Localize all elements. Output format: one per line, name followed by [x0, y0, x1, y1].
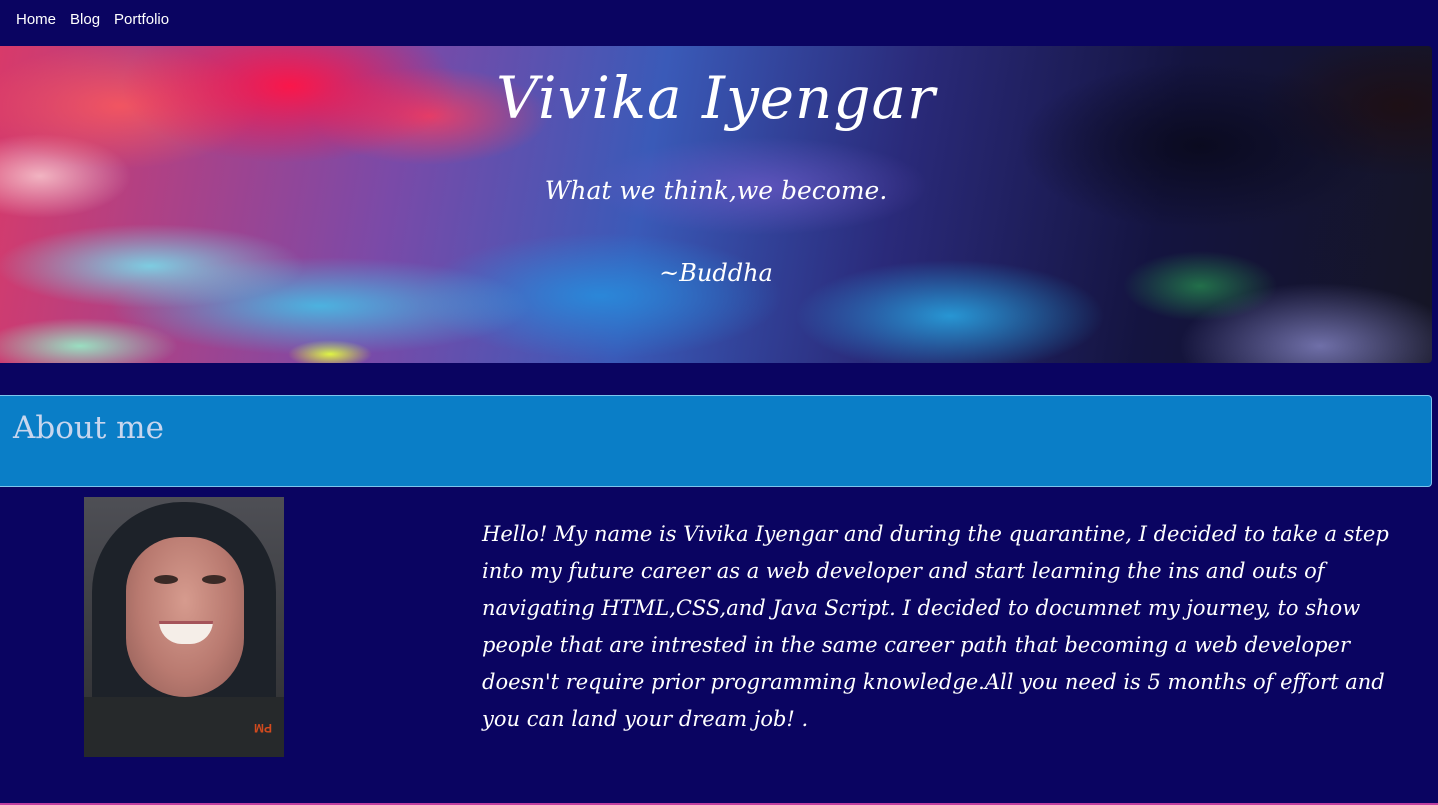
photo-timestamp: PM — [254, 721, 272, 735]
hero-title: Vivika Iyengar — [496, 64, 936, 132]
about-title: About me — [13, 410, 164, 446]
photo-eye-right — [202, 575, 226, 584]
hero-quote-author: ~Buddha — [659, 259, 773, 287]
photo-eye-left — [154, 575, 178, 584]
nav-link-portfolio[interactable]: Portfolio — [114, 11, 169, 28]
about-bio-text: Hello! My name is Vivika Iyengar and dur… — [482, 522, 1389, 731]
photo-face — [126, 537, 244, 697]
hero-banner: Vivika Iyengar What we think,we become. … — [0, 46, 1432, 363]
page: Home Blog Portfolio Vivika Iyengar What … — [0, 0, 1438, 805]
top-nav: Home Blog Portfolio — [0, 0, 1438, 38]
nav-link-home[interactable]: Home — [16, 11, 56, 28]
nav-link-blog[interactable]: Blog — [70, 11, 100, 28]
profile-photo: PM — [84, 497, 284, 757]
about-header: About me — [0, 395, 1432, 487]
hero-quote: What we think,we become. — [544, 176, 888, 205]
